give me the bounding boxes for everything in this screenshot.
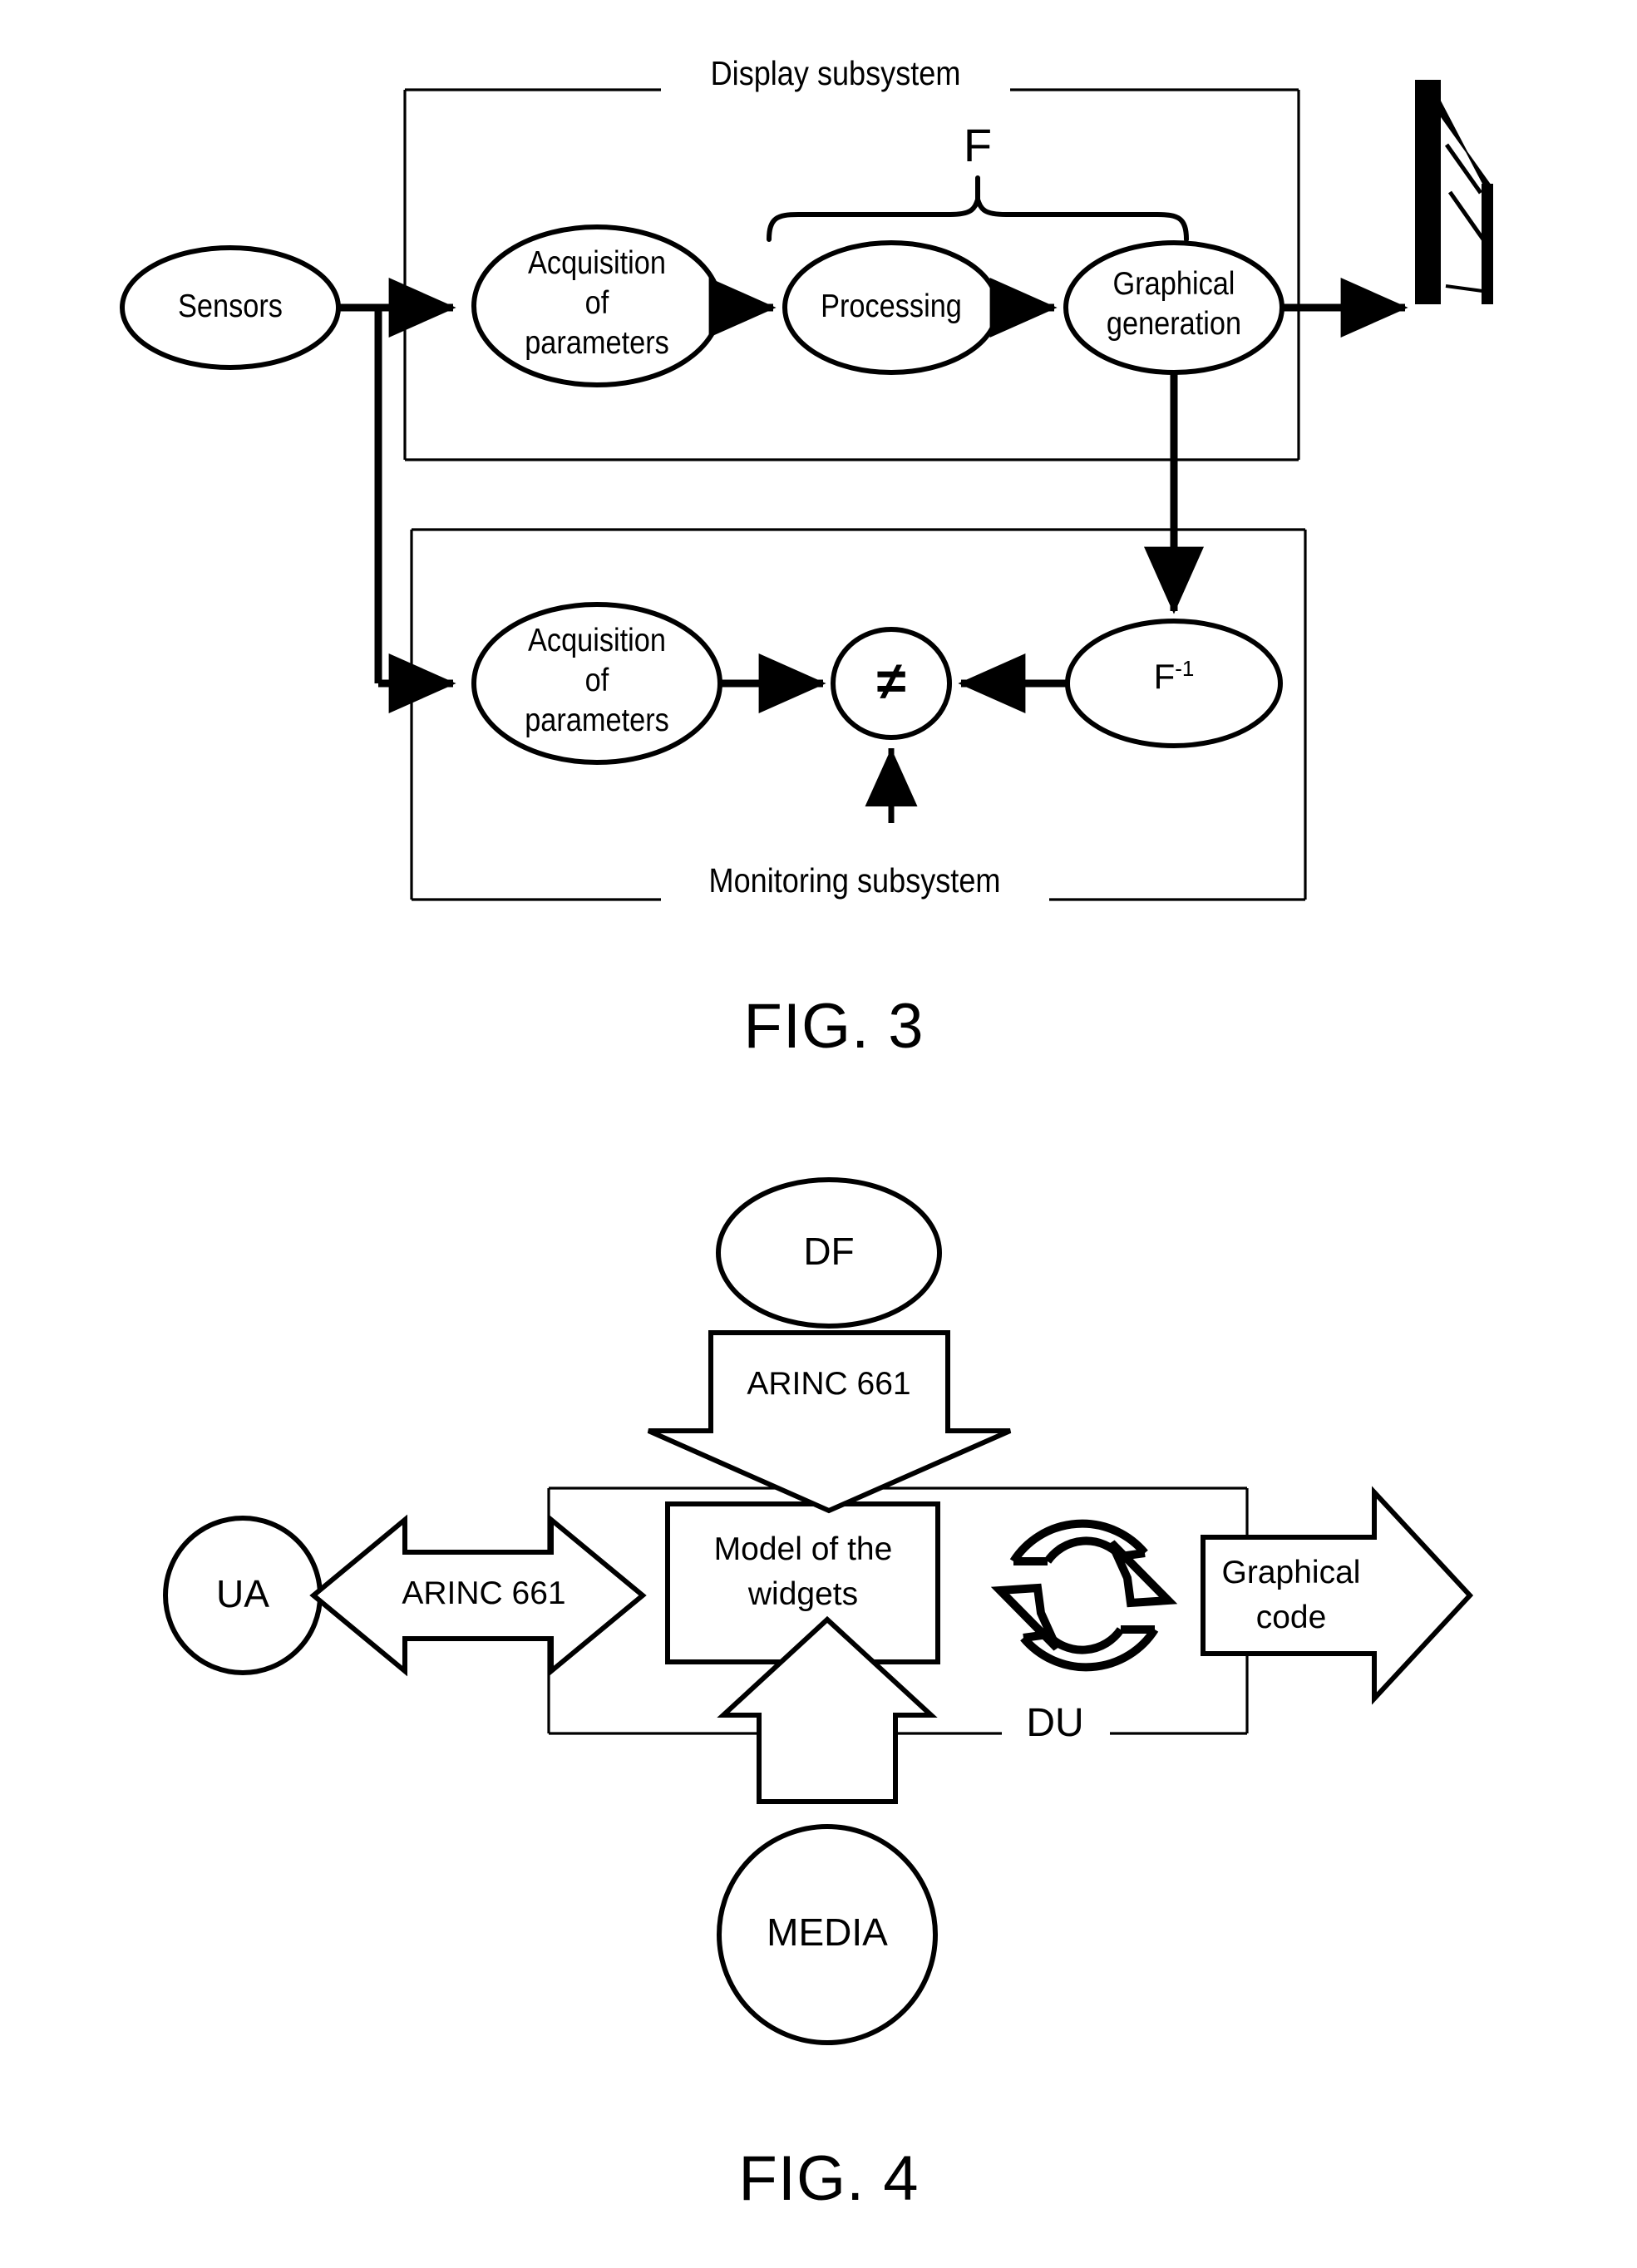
node-media-label: MEDIA <box>767 1911 888 1954</box>
inverse-function-exponent: -1 <box>1175 656 1195 681</box>
node-df-label: DF <box>803 1230 855 1273</box>
box-model-label-line2: widgets <box>747 1576 859 1612</box>
brace-function-F <box>767 175 1189 242</box>
monitoring-subsystem-title: Monitoring subsystem <box>708 861 1001 900</box>
arrow-media-up <box>717 1615 938 1804</box>
connector-sensors-to-acquisition <box>338 278 456 713</box>
arrow-graphical-code <box>1201 1486 1474 1705</box>
node-sensors-label: Sensors <box>178 288 283 324</box>
box-model-label-line1: Model of the <box>713 1531 893 1567</box>
inverse-function-base: F <box>1153 657 1176 696</box>
du-container-label: DU <box>1026 1701 1084 1745</box>
brace-label-F: F <box>963 119 993 171</box>
arrow-arinc-661-left-label: ARINC 661 <box>402 1575 566 1611</box>
node-acquisition-monitoring-label-line3: parameters <box>525 703 669 738</box>
node-processing-label: Processing <box>821 288 962 324</box>
node-comparator-label: ≠ <box>876 651 906 711</box>
node-ua-label: UA <box>216 1572 269 1615</box>
node-acquisition-display-label-line1: Acquisition <box>528 245 666 281</box>
arrow-arinc-661-top <box>647 1330 1012 1514</box>
sync-refresh-icon <box>990 1519 1178 1672</box>
node-acquisition-display-label-line2: of <box>584 285 609 321</box>
display-screen-icon <box>1415 80 1493 304</box>
node-acquisition-display-label-line3: parameters <box>525 325 669 361</box>
node-acquisition-monitoring-label-line1: Acquisition <box>528 623 666 658</box>
node-graphical-generation-label-line1: Graphical <box>1112 266 1235 302</box>
figure-4-caption: FIG. 4 <box>738 2143 920 2214</box>
patent-figure-page: Display subsystem Monitoring subsystem S… <box>0 0 1637 2268</box>
node-graphical-generation-label-line2: generation <box>1106 306 1242 342</box>
arrow-arinc-661-top-label: ARINC 661 <box>747 1366 911 1402</box>
display-subsystem-title: Display subsystem <box>710 54 961 92</box>
arrow-graphical-code-label-line2: code <box>1255 1600 1327 1635</box>
node-inverse-function-label: F-1 <box>1154 657 1195 695</box>
arrow-graphical-code-label-line1: Graphical <box>1221 1555 1361 1590</box>
node-acquisition-monitoring-label-line2: of <box>584 663 609 698</box>
figure-3-caption: FIG. 3 <box>743 991 925 1062</box>
